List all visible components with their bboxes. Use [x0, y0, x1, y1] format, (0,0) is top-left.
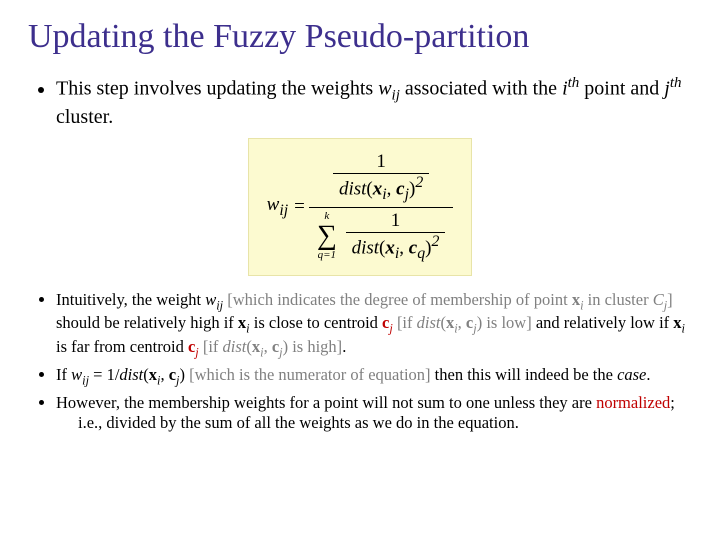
bullet-4-cont: i.e., divided by the sum of all the weig…	[56, 413, 692, 434]
formula-denominator: k ∑ q=1 1 dist(xi, cq)2	[309, 208, 454, 265]
bullet-3: If wij = 1/dist(xi, cj) [which is the nu…	[56, 365, 692, 389]
bullet-1: This step involves updating the weights …	[56, 74, 692, 130]
bullet-4: However, the membership weights for a po…	[56, 393, 692, 434]
bullet-2: Intuitively, the weight wij [which indic…	[56, 290, 692, 361]
bullet-list: This step involves updating the weights …	[28, 74, 692, 130]
formula-numerator: 1 dist(xi, cj)2	[325, 149, 437, 206]
page-title: Updating the Fuzzy Pseudo-partition	[28, 18, 692, 56]
bullet-list-2: Intuitively, the weight wij [which indic…	[28, 290, 692, 434]
formula-block: wij = 1 dist(xi, cj)2 k ∑	[28, 138, 692, 275]
